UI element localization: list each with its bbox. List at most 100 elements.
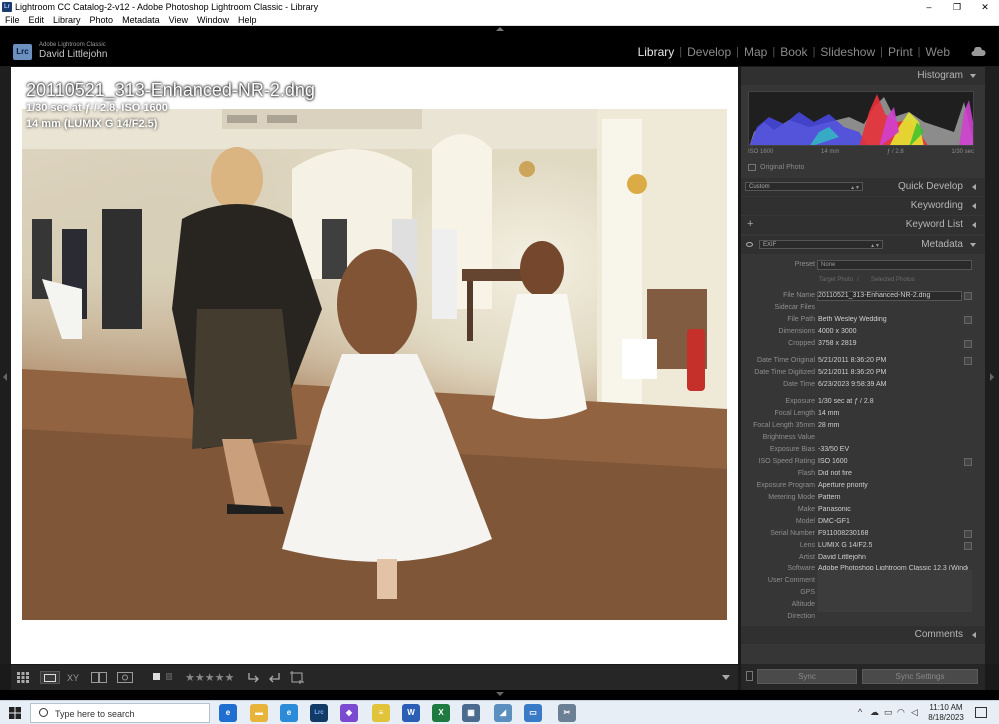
close-button[interactable]: ✕ — [971, 2, 999, 13]
sync-settings-button[interactable]: Sync Settings — [862, 669, 978, 684]
quick-develop-title: Quick Develop — [897, 181, 963, 192]
metadata-value[interactable]: 20110521_313-Enhanced-NR-2.dng — [818, 292, 930, 299]
taskbar-app-window-app[interactable]: ▭ — [524, 704, 542, 722]
module-map[interactable]: Map — [739, 45, 772, 59]
taskbar-app-snipping-tool[interactable]: ✂ — [558, 704, 576, 722]
auto-sync-switch[interactable] — [746, 671, 753, 681]
module-slideshow[interactable]: Slideshow — [815, 45, 880, 59]
original-photo-checkbox[interactable] — [748, 164, 756, 171]
tray-network-icon[interactable]: ▭ — [884, 707, 893, 718]
module-develop[interactable]: Develop — [682, 45, 736, 59]
metadata-action-icon[interactable] — [964, 530, 972, 538]
menu-view[interactable]: View — [164, 15, 192, 25]
expand-triangle-icon[interactable] — [972, 632, 976, 638]
comments-header[interactable]: Comments — [741, 626, 985, 644]
metadata-action-icon[interactable] — [964, 458, 972, 466]
crop-overlay-icon[interactable] — [290, 671, 304, 684]
loupe-view[interactable] — [11, 67, 738, 664]
taskbar-app-visual-studio[interactable]: ◆ — [340, 704, 358, 722]
minimize-button[interactable]: – — [915, 2, 943, 12]
collapse-triangle-icon[interactable] — [970, 74, 976, 78]
module-book[interactable]: Book — [775, 45, 812, 59]
taskbar-app-word[interactable]: W — [402, 704, 420, 722]
windows-start-icon[interactable] — [9, 707, 21, 719]
library-toolbar: XY ★★★★★ — [11, 664, 738, 690]
selected-photos-button[interactable]: Selected Photos — [871, 277, 915, 283]
eye-icon[interactable] — [746, 242, 753, 247]
histogram-graph[interactable] — [748, 91, 974, 146]
windows-taskbar: Type here to search e ▬ e Lrc ◆ ≡ W X ▦ ◢ ▭ ✂ ^ ☁ ▭… — [0, 700, 999, 724]
maximize-button[interactable]: ❐ — [943, 2, 971, 13]
expand-triangle-icon[interactable] — [972, 203, 976, 209]
menu-metadata[interactable]: Metadata — [117, 15, 164, 25]
lightroom-app-icon: Lr — [2, 2, 12, 12]
metadata-row: Cropped 3758 x 2819 — [741, 339, 985, 350]
module-print[interactable]: Print — [883, 45, 918, 59]
metadata-key: User Comment — [767, 577, 815, 584]
tray-chevron-icon[interactable]: ^ — [858, 707, 862, 717]
metadata-action-icon[interactable] — [964, 292, 972, 300]
pick-flag-icon[interactable] — [153, 673, 160, 680]
expand-left-panel-icon[interactable] — [3, 373, 7, 381]
photo-preview[interactable] — [22, 109, 727, 620]
collapse-top-panel-icon[interactable] — [496, 27, 504, 31]
menu-file[interactable]: File — [0, 15, 24, 25]
grid-view-icon[interactable] — [17, 672, 29, 683]
keywording-header[interactable]: Keywording — [741, 197, 985, 215]
collapse-triangle-icon[interactable] — [970, 243, 976, 247]
tray-wifi-icon[interactable]: ◠ — [897, 707, 905, 718]
add-keyword-icon[interactable]: + — [747, 218, 753, 230]
metadata-action-icon[interactable] — [964, 340, 972, 348]
metadata-header[interactable]: EXIF ▲▼ Metadata — [741, 236, 985, 254]
taskbar-app-edge[interactable]: e — [280, 704, 298, 722]
metadata-action-icon[interactable] — [964, 542, 972, 550]
notification-center-icon[interactable] — [975, 707, 987, 718]
menu-edit[interactable]: Edit — [24, 15, 49, 25]
original-photo-toggle[interactable]: Original Photo — [748, 164, 804, 171]
histogram-header[interactable]: Histogram — [741, 67, 985, 85]
compare-view-icon[interactable]: XY — [66, 672, 84, 683]
menu-help[interactable]: Help — [233, 15, 261, 25]
sync-metadata-button[interactable]: Sync — [757, 669, 857, 684]
tray-cloud-icon[interactable]: ☁ — [870, 707, 879, 718]
keyword-list-header[interactable]: + Keyword List — [741, 216, 985, 234]
lightroom-window: Lr Lightroom CC Catalog-2-v12 - Adobe Ph… — [0, 0, 999, 724]
metadata-preset-select[interactable]: None — [817, 260, 972, 270]
module-library[interactable]: Library — [633, 45, 680, 59]
taskbar-clock[interactable]: 11:10 AM 8/18/2023 — [926, 703, 966, 723]
taskbar-app-calculator[interactable]: ▦ — [462, 704, 480, 722]
menu-window[interactable]: Window — [192, 15, 233, 25]
metadata-key: Cropped — [788, 340, 815, 347]
expand-triangle-icon[interactable] — [972, 184, 976, 190]
survey-view-icon[interactable] — [91, 672, 107, 683]
module-web[interactable]: Web — [921, 45, 955, 59]
menu-photo[interactable]: Photo — [85, 15, 118, 25]
taskbar-app-sticky-notes[interactable]: ≡ — [372, 704, 390, 722]
tray-volume-icon[interactable]: ◁ — [911, 707, 918, 718]
reject-flag-icon[interactable] — [166, 673, 172, 680]
expand-filmstrip-icon[interactable] — [496, 692, 504, 696]
menu-library[interactable]: Library — [48, 15, 85, 25]
taskbar-app-paint[interactable]: ◢ — [494, 704, 512, 722]
people-view-icon[interactable] — [117, 672, 133, 683]
quick-develop-header[interactable]: Custom ▲▼ Quick Develop — [741, 178, 985, 196]
cloud-sync-icon[interactable] — [970, 47, 986, 57]
taskbar-app-edge-legacy[interactable]: e — [219, 704, 237, 722]
taskbar-app-lightroom[interactable]: Lrc — [310, 704, 328, 722]
saved-preset-select[interactable]: Custom ▲▼ — [745, 182, 863, 191]
rotate-right-icon[interactable] — [267, 672, 281, 683]
star-rating[interactable]: ★★★★★ — [185, 671, 234, 684]
toolbar-content-dropdown-icon[interactable] — [722, 675, 730, 680]
taskbar-app-excel[interactable]: X — [432, 704, 450, 722]
expand-triangle-icon[interactable] — [972, 222, 976, 228]
target-photo-button[interactable]: Target Photo — [819, 277, 853, 283]
metadata-key: Focal Length — [774, 410, 815, 417]
metadata-action-icon[interactable] — [964, 316, 972, 324]
taskbar-app-file-explorer[interactable]: ▬ — [250, 704, 268, 722]
metadata-view-select[interactable]: EXIF ▲▼ — [759, 240, 883, 249]
info-overlay-exposure: 1/30 sec at ƒ / 2.8, ISO 1600 — [26, 102, 168, 114]
collapse-right-panel-icon[interactable] — [990, 373, 994, 381]
rotate-left-icon[interactable] — [247, 672, 261, 683]
taskbar-search-box[interactable]: Type here to search — [30, 703, 210, 723]
metadata-action-icon[interactable] — [964, 357, 972, 365]
